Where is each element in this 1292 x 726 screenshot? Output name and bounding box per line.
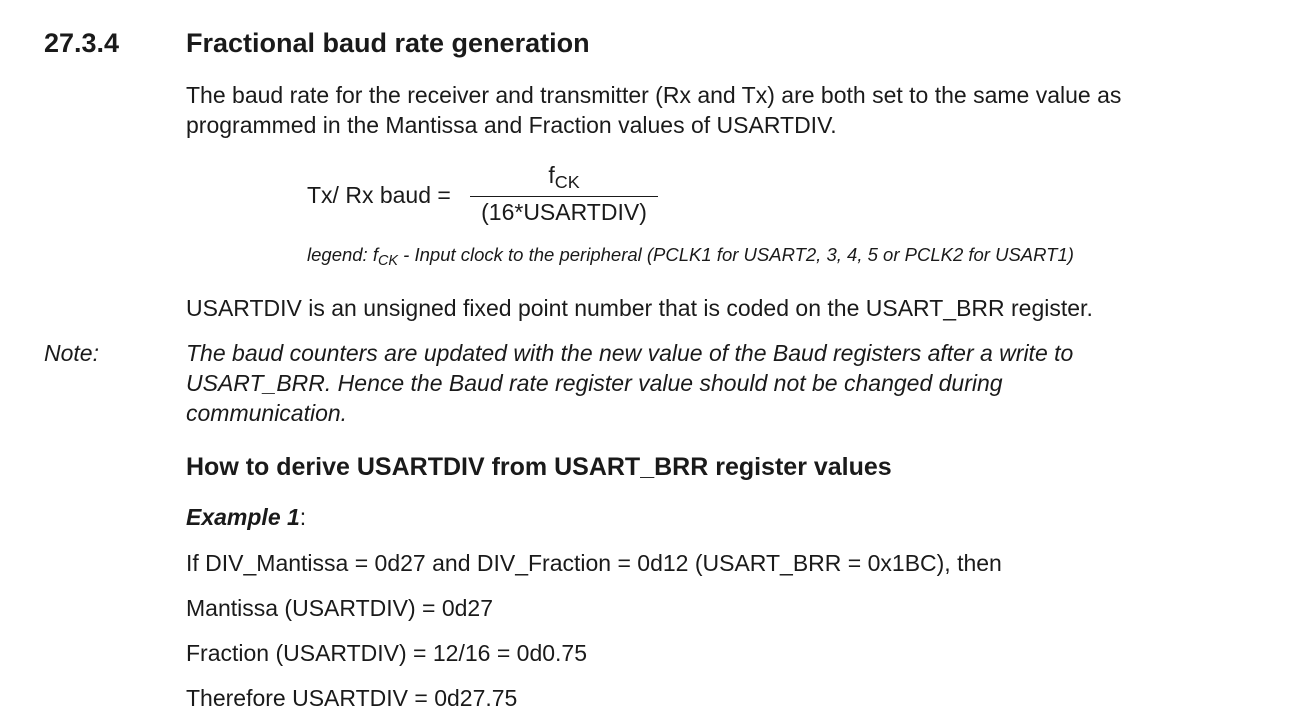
- example-line-2: Mantissa (USARTDIV) = 0d27: [186, 595, 493, 621]
- legend-subscript: CK: [377, 253, 399, 270]
- note-line-1: The baud counters are updated with the n…: [186, 340, 1074, 366]
- example-title: Example 1: [186, 504, 300, 530]
- note-line-2: USART_BRR. Hence the Baud rate register …: [186, 370, 1003, 396]
- legend-text: - Input clock to the peripheral (PCLK1 f…: [398, 244, 1074, 265]
- note-line-3: communication.: [186, 400, 348, 426]
- note-label: Note:: [44, 340, 99, 366]
- intro-line-2: programmed in the Mantissa and Fraction …: [186, 112, 837, 138]
- section-title: Fractional baud rate generation: [186, 28, 590, 58]
- example-colon: :: [299, 504, 307, 530]
- example-label: Example 1:: [186, 504, 306, 531]
- example-line-1: If DIV_Mantissa = 0d27 and DIV_Fraction …: [186, 550, 1002, 576]
- fraction-bar: [470, 196, 658, 197]
- formula-denominator: (16*USARTDIV): [481, 199, 647, 225]
- formula-label: Tx/ Rx baud =: [307, 182, 451, 208]
- legend-prefix: legend: f: [307, 244, 378, 265]
- formula-legend: legend: fCK - Input clock to the periphe…: [307, 244, 1074, 270]
- example-line-4: Therefore USARTDIV = 0d27.75: [186, 685, 518, 711]
- intro-line-1: The baud rate for the receiver and trans…: [186, 82, 1122, 108]
- usartdiv-description: USARTDIV is an unsigned fixed point numb…: [186, 295, 1093, 321]
- numerator-f: f: [548, 162, 555, 188]
- section-number: 27.3.4: [44, 28, 120, 58]
- formula-numerator: fCK: [470, 162, 658, 193]
- subheading: How to derive USARTDIV from USART_BRR re…: [186, 453, 892, 481]
- numerator-subscript: CK: [554, 172, 580, 193]
- example-line-3: Fraction (USARTDIV) = 12/16 = 0d0.75: [186, 640, 587, 666]
